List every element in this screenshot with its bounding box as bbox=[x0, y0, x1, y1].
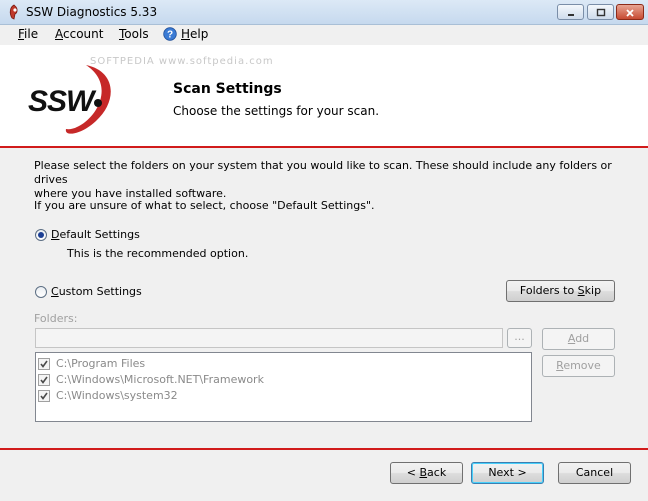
intro-text: Please select the folders on your system… bbox=[34, 159, 614, 201]
folders-list[interactable]: C:\Program Files C:\Windows\Microsoft.NE… bbox=[35, 352, 532, 422]
help-icon: ? bbox=[163, 27, 177, 41]
maximize-button[interactable] bbox=[587, 4, 614, 20]
back-accel: B bbox=[419, 466, 428, 479]
back-prefix: < bbox=[406, 466, 420, 479]
default-settings-description: This is the recommended option. bbox=[67, 247, 249, 260]
folder-path: C:\Program Files bbox=[56, 357, 146, 370]
folder-path: C:\Windows\Microsoft.NET\Framework bbox=[56, 373, 264, 386]
folder-checkbox[interactable] bbox=[38, 390, 50, 402]
folder-checkbox[interactable] bbox=[38, 358, 50, 370]
custom-settings-label[interactable]: Custom Settings bbox=[51, 285, 142, 298]
back-text: ack bbox=[427, 466, 447, 479]
menu-bar: File Account Tools Help bbox=[0, 25, 648, 45]
custom-settings-text: ustom Settings bbox=[58, 285, 142, 298]
add-text: dd bbox=[575, 332, 590, 345]
custom-settings-radio[interactable] bbox=[35, 286, 47, 298]
folders-label: Folders: bbox=[34, 312, 78, 325]
window-title: SSW Diagnostics 5.33 bbox=[26, 5, 158, 19]
watermark-text: SOFTPEDIA www.softpedia.com bbox=[90, 56, 274, 67]
default-settings-text: efault Settings bbox=[59, 228, 140, 241]
ssw-logo: SSW bbox=[28, 65, 111, 134]
custom-settings-accel: C bbox=[51, 285, 59, 298]
intro-line-1: Please select the folders on your system… bbox=[34, 159, 612, 186]
folder-path: C:\Windows\system32 bbox=[56, 389, 178, 402]
page-subtitle: Choose the settings for your scan. bbox=[173, 104, 380, 118]
title-bar[interactable]: SSW Diagnostics 5.33 bbox=[0, 0, 648, 25]
svg-text:?: ? bbox=[167, 30, 173, 41]
menu-help-accel: H bbox=[181, 27, 191, 41]
menu-tools[interactable]: Tools bbox=[119, 27, 149, 41]
minimize-icon bbox=[567, 14, 574, 16]
folders-to-skip-button[interactable]: Folders to Skip bbox=[506, 280, 615, 302]
browse-button[interactable]: ... bbox=[507, 328, 532, 348]
add-button[interactable]: Add bbox=[542, 328, 615, 350]
back-button[interactable]: < Back bbox=[390, 462, 463, 484]
checkmark-icon bbox=[40, 360, 48, 368]
menu-account-accel: A bbox=[55, 27, 63, 41]
menu-help[interactable]: Help bbox=[181, 27, 208, 41]
close-icon bbox=[626, 9, 634, 17]
remove-text: emove bbox=[563, 359, 601, 372]
minimize-button[interactable] bbox=[557, 4, 584, 20]
unsure-text: If you are unsure of what to select, cho… bbox=[34, 199, 375, 212]
menu-account-label: ccount bbox=[63, 27, 104, 41]
cancel-button[interactable]: Cancel bbox=[558, 462, 631, 484]
next-button[interactable]: Next > bbox=[471, 462, 544, 484]
menu-file[interactable]: File bbox=[18, 27, 38, 41]
app-icon bbox=[9, 4, 18, 20]
maximize-icon bbox=[596, 8, 605, 17]
folders-to-skip-accel: S bbox=[577, 284, 585, 297]
menu-tools-label: ools bbox=[124, 27, 149, 41]
folder-checkbox[interactable] bbox=[38, 374, 50, 386]
menu-file-label: ile bbox=[24, 27, 39, 41]
default-settings-label[interactable]: Default Settings bbox=[51, 228, 140, 241]
svg-text:SSW: SSW bbox=[28, 85, 97, 118]
menu-help-label: elp bbox=[190, 27, 209, 41]
footer-separator bbox=[0, 448, 648, 450]
page-title: Scan Settings bbox=[173, 81, 282, 97]
checkmark-icon bbox=[40, 392, 48, 400]
menu-account[interactable]: Account bbox=[55, 27, 103, 41]
radio-selected-dot bbox=[38, 232, 44, 238]
remove-button[interactable]: Remove bbox=[542, 355, 615, 377]
close-button[interactable] bbox=[616, 4, 644, 20]
checkmark-icon bbox=[40, 376, 48, 384]
wizard-header: SSW SOFTPEDIA www.softpedia.com Scan Set… bbox=[0, 45, 648, 148]
folders-to-skip-rest: kip bbox=[584, 284, 602, 297]
folders-to-skip-text: Folders to bbox=[519, 284, 578, 297]
folder-path-input[interactable] bbox=[35, 328, 503, 348]
default-settings-radio[interactable] bbox=[35, 229, 47, 241]
